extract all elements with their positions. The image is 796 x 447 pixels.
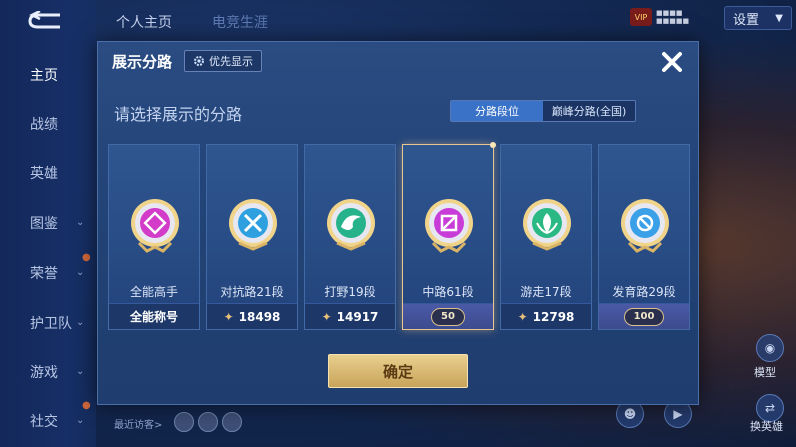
- all-round-emblem-icon: [131, 199, 179, 253]
- dialog-prompt: 请选择展示的分路: [114, 105, 243, 124]
- lane-card-all-round[interactable]: 全能高手 全能称号: [108, 144, 200, 330]
- sidebar-item-label: 主页: [30, 68, 58, 84]
- swap-hero-label[interactable]: 换英雄: [750, 418, 783, 434]
- model-label[interactable]: 模型: [754, 364, 776, 380]
- roam-emblem-icon: [523, 199, 571, 251]
- dialog-title: 展示分路: [112, 53, 173, 71]
- sidebar-item-label: 社交: [30, 414, 58, 430]
- lane-card-footer: 100: [599, 303, 689, 329]
- settings-dropdown[interactable]: 设置 ▼: [724, 6, 792, 30]
- lane-card-name: 游走17段: [520, 285, 572, 299]
- lane-card-roam[interactable]: 游走17段 ✦ 12798: [500, 144, 592, 330]
- avatar[interactable]: [222, 412, 242, 432]
- lane-card-footer-text: 18498: [238, 309, 281, 324]
- sidebar-item-label: 游戏: [30, 365, 58, 381]
- lane-card-name: 中路61段: [422, 285, 474, 299]
- avatar[interactable]: [198, 412, 218, 432]
- tab-esports[interactable]: 电竞生涯: [212, 12, 268, 32]
- avatar[interactable]: [174, 412, 194, 432]
- lane-card-footer-text: 全能称号: [129, 310, 178, 324]
- vip-badge: VIP: [630, 8, 652, 26]
- close-icon: [662, 52, 682, 72]
- priority-display-label: 优先显示: [209, 55, 253, 68]
- recent-visitors-link[interactable]: 最近访客>: [114, 416, 162, 431]
- selected-indicator: [490, 142, 496, 148]
- sidebar: 主页 战绩 英雄 图鉴 ⌄ 荣誉 ⌄ ● 护卫队 ⌄ 游戏 ⌄ 社交 ⌄ ●: [0, 0, 96, 447]
- settings-label: 设置: [733, 12, 760, 28]
- lane-card-name: 发育路29段: [612, 285, 676, 299]
- lane-card-footer: ✦ 18498: [207, 303, 297, 329]
- star-power-icon: ✦: [517, 309, 528, 324]
- lane-card-footer-text: 100: [633, 311, 655, 322]
- model-icon[interactable]: ◉: [756, 334, 784, 362]
- vip-text: ■■■■ ■■■■■: [656, 9, 690, 25]
- dialog-header: 展示分路 优先显示: [98, 42, 698, 78]
- sidebar-item-guard[interactable]: 护卫队 ⌄: [0, 308, 96, 338]
- sidebar-item-label: 图鉴: [30, 216, 58, 232]
- caret-down-icon: ▼: [775, 12, 783, 24]
- lane-mode-switch: 分路段位 巅峰分路(全国): [450, 100, 636, 122]
- chevron-down-icon: ⌄: [76, 267, 85, 278]
- notification-bell-icon: ●: [82, 400, 91, 411]
- lane-card-footer: 全能称号: [109, 303, 199, 329]
- sidebar-item-label: 荣誉: [30, 266, 58, 282]
- sidebar-item-record[interactable]: 战绩: [0, 109, 96, 139]
- rank-badge: 100: [623, 307, 665, 326]
- lane-card-clash[interactable]: 对抗路21段 ✦ 18498: [206, 144, 298, 330]
- lane-card-footer: 50: [403, 303, 493, 329]
- tab-lane-rank[interactable]: 分路段位: [451, 101, 543, 121]
- close-button[interactable]: [656, 46, 688, 78]
- sidebar-item-game[interactable]: 游戏 ⌄: [0, 357, 96, 387]
- star-power-icon: ✦: [223, 309, 234, 324]
- display-lane-dialog: 展示分路 优先显示 请选择展示的分路 分路段位 巅峰分路(全国) 全能高手 全能…: [97, 41, 699, 405]
- clash-lane-emblem-icon: [229, 199, 277, 251]
- mid-lane-emblem-icon: [425, 199, 473, 253]
- lane-card-footer-text: 12798: [532, 309, 575, 324]
- sidebar-item-codex[interactable]: 图鉴 ⌄: [0, 208, 96, 238]
- sidebar-item-label: 护卫队: [30, 316, 72, 332]
- lane-card-name: 对抗路21段: [220, 285, 284, 299]
- rank-badge: 50: [431, 307, 465, 326]
- priority-display-button[interactable]: 优先显示: [184, 50, 262, 72]
- sidebar-item-hero[interactable]: 英雄: [0, 158, 96, 188]
- tab-profile[interactable]: 个人主页: [116, 12, 172, 32]
- notification-bell-icon: ●: [82, 252, 91, 263]
- sidebar-item-honor[interactable]: 荣誉 ⌄ ●: [0, 252, 96, 288]
- back-button[interactable]: [24, 10, 68, 32]
- lane-card-footer: ✦ 14917: [305, 303, 395, 329]
- gear-icon: [194, 56, 204, 66]
- back-arrow-icon: [28, 11, 60, 29]
- tab-peak-lane[interactable]: 巅峰分路(全国): [543, 101, 635, 121]
- lane-card-name: 全能高手: [129, 285, 178, 299]
- vip-info[interactable]: VIP ■■■■ ■■■■■: [630, 6, 714, 28]
- farm-lane-emblem-icon: [621, 199, 669, 253]
- chevron-down-icon: ⌄: [76, 217, 85, 228]
- sidebar-item-label: 战绩: [30, 117, 58, 133]
- lane-card-footer-text: 14917: [336, 309, 379, 324]
- chevron-down-icon: ⌄: [76, 317, 85, 328]
- sidebar-item-label: 英雄: [30, 166, 58, 182]
- lane-card-mid[interactable]: 中路61段 50: [402, 142, 496, 330]
- lane-card-farm[interactable]: 发育路29段 100: [598, 144, 690, 330]
- jungle-emblem-icon: [327, 199, 375, 251]
- lane-card-name: 打野19段: [324, 285, 376, 299]
- sidebar-item-social[interactable]: 社交 ⌄ ●: [0, 400, 96, 436]
- lane-card-list: 全能高手 全能称号 对抗路21段 ✦ 18498 打野19段 ✦ 14917 中…: [108, 142, 690, 330]
- lane-card-footer-text: 50: [441, 311, 455, 322]
- star-power-icon: ✦: [321, 309, 332, 324]
- lane-card-footer: ✦ 12798: [501, 303, 591, 329]
- lane-card-jungle[interactable]: 打野19段 ✦ 14917: [304, 144, 396, 330]
- chevron-down-icon: ⌄: [76, 415, 85, 426]
- confirm-button[interactable]: 确定: [328, 354, 468, 388]
- sidebar-item-home[interactable]: 主页: [0, 60, 96, 90]
- chevron-down-icon: ⌄: [76, 366, 85, 377]
